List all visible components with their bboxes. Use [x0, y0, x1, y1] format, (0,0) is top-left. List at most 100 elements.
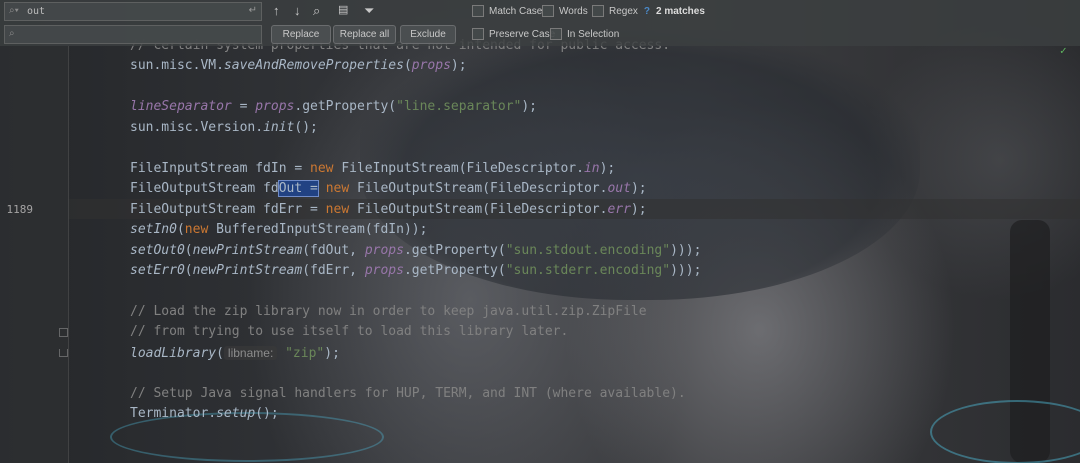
words-checkbox[interactable]: Words: [542, 5, 588, 17]
regex-checkbox[interactable]: Regex ?: [592, 5, 650, 17]
code-token: );: [599, 160, 616, 176]
preserve-case-box[interactable]: [472, 28, 484, 40]
parameter-hint: libname:: [223, 345, 278, 360]
match-count: 2 matches: [656, 6, 705, 17]
search-input[interactable]: [27, 4, 227, 19]
code-token: // from trying to use itself to load thi…: [130, 324, 569, 340]
code-token: .getProperty(: [294, 99, 397, 115]
code-line[interactable]: sun.misc.VM.saveAndRemoveProperties(prop…: [130, 56, 467, 76]
editor-gutter[interactable]: 1189: [0, 46, 69, 463]
words-box[interactable]: [542, 5, 554, 17]
code-token: err: [607, 201, 631, 217]
replace-field[interactable]: ⌕: [4, 25, 262, 44]
code-token: loadLibrary: [130, 345, 217, 361]
match-case-box[interactable]: [472, 5, 484, 17]
code-line[interactable]: // Setup Java signal handlers for HUP, T…: [130, 384, 686, 404]
code-token: props: [411, 58, 451, 74]
arrow-up-icon[interactable]: ↑: [273, 3, 280, 18]
search-match-highlight: Out =: [277, 180, 319, 198]
code-line[interactable]: FileOutputStream fdErr = new FileOutputS…: [130, 200, 647, 220]
find-all-icon[interactable]: ⌕: [313, 3, 320, 19]
code-token: // Setup Java signal handlers for HUP, T…: [130, 385, 686, 401]
code-token: FileOutputStream(FileDescriptor.: [349, 181, 608, 197]
code-token: newPrintStream: [192, 242, 303, 258]
arrow-down-icon[interactable]: ↓: [294, 3, 301, 18]
replace-row: ⌕ Replace Replace all Exclude Preserve C…: [0, 24, 1080, 46]
code-token: props: [364, 242, 404, 258]
code-line[interactable]: FileInputStream fdIn = new FileInputStre…: [130, 159, 615, 179]
code-line[interactable]: lineSeparator = props.getProperty("line.…: [130, 97, 537, 117]
find-replace-bar: ⌕▾ ↵ ↑ ↓ ⌕ ▤ ⏷ Match Case Words Regex ? …: [0, 0, 1080, 46]
code-token: FileOutputStream(FileDescriptor.: [349, 201, 608, 217]
code-token: out: [607, 181, 631, 197]
code-token: .getProperty(: [403, 262, 506, 278]
replace-all-button[interactable]: Replace all: [333, 25, 396, 44]
in-selection-checkbox[interactable]: In Selection: [550, 28, 619, 40]
code-token: setOut0: [130, 242, 185, 258]
code-token: init: [263, 119, 295, 135]
code-token: new: [325, 201, 350, 217]
code-token: (: [403, 58, 412, 74]
code-token: "line.separator": [396, 99, 522, 115]
regex-label: Regex: [609, 5, 638, 17]
code-token: )));: [670, 242, 702, 258]
exclude-button[interactable]: Exclude: [400, 25, 456, 44]
code-token: =: [231, 99, 256, 115]
regex-help-icon[interactable]: ?: [644, 6, 650, 17]
select-all-occurrences-icon[interactable]: ▤: [338, 3, 348, 16]
code-line[interactable]: FileOutputStream fdOut = new FileOutputS…: [130, 179, 647, 199]
find-row: ⌕▾ ↵ ↑ ↓ ⌕ ▤ ⏷ Match Case Words Regex ? …: [0, 1, 1080, 23]
code-line[interactable]: loadLibrary(libname: "zip");: [130, 343, 340, 363]
search-field[interactable]: ⌕▾ ↵: [4, 2, 262, 21]
inspection-ok-icon[interactable]: ✓: [1060, 44, 1067, 57]
wallpaper-ring-right: [930, 400, 1080, 463]
fold-marker-icon[interactable]: [59, 349, 68, 357]
code-token: props: [364, 262, 404, 278]
code-token: "sun.stderr.encoding": [505, 262, 671, 278]
code-line[interactable]: setIn0(new BufferedInputStream(fdIn));: [130, 220, 427, 240]
code-line[interactable]: sun.misc.Version.init();: [130, 118, 318, 138]
fold-marker-icon[interactable]: [59, 328, 68, 337]
code-token: FileInputStream(FileDescriptor.: [333, 160, 584, 176]
code-token: BufferedInputStream(fdIn));: [208, 222, 428, 238]
code-line[interactable]: Terminator.setup();: [130, 404, 279, 424]
code-token: (: [176, 222, 185, 238]
line-number-current[interactable]: 1189: [0, 203, 34, 216]
in-selection-box[interactable]: [550, 28, 562, 40]
preserve-case-checkbox[interactable]: Preserve Case: [472, 28, 555, 40]
code-token: );: [521, 99, 538, 115]
in-selection-label: In Selection: [567, 28, 620, 40]
code-token: );: [630, 181, 647, 197]
code-token: ();: [255, 406, 279, 422]
code-token: (fdErr,: [302, 262, 365, 278]
code-token: setIn0: [130, 222, 177, 238]
search-history-icon[interactable]: ⌕▾: [9, 5, 19, 16]
replace-input[interactable]: [27, 27, 227, 42]
code-token: "sun.stdout.encoding": [505, 242, 671, 258]
code-token: // Load the zip library now in order to …: [130, 303, 647, 319]
code-token: (: [216, 345, 224, 361]
match-case-checkbox[interactable]: Match Case: [472, 5, 542, 17]
code-token: "zip": [285, 345, 325, 361]
code-token: );: [450, 58, 467, 74]
replace-button[interactable]: Replace: [271, 25, 331, 44]
code-line[interactable]: // from trying to use itself to load thi…: [130, 322, 568, 342]
replace-history-icon[interactable]: ⌕: [9, 28, 15, 39]
code-line[interactable]: // Load the zip library now in order to …: [130, 302, 647, 322]
code-token: )));: [670, 262, 702, 278]
code-token: (: [184, 262, 193, 278]
new-line-icon[interactable]: ↵: [249, 5, 257, 16]
code-token: new: [184, 222, 209, 238]
code-token: setErr0: [130, 262, 185, 278]
code-line[interactable]: setOut0(newPrintStream(fdOut, props.getP…: [130, 241, 701, 261]
code-token: );: [324, 345, 340, 361]
filter-icon[interactable]: ⏷: [364, 3, 374, 19]
code-line[interactable]: setErr0(newPrintStream(fdErr, props.getP…: [130, 261, 701, 281]
code-token: FileOutputStream fdErr =: [130, 201, 326, 217]
code-token: new: [310, 160, 334, 176]
code-token: in: [583, 160, 600, 176]
regex-box[interactable]: [592, 5, 604, 17]
code-token: FileInputStream fdIn =: [130, 160, 311, 176]
code-token: new: [325, 181, 350, 197]
